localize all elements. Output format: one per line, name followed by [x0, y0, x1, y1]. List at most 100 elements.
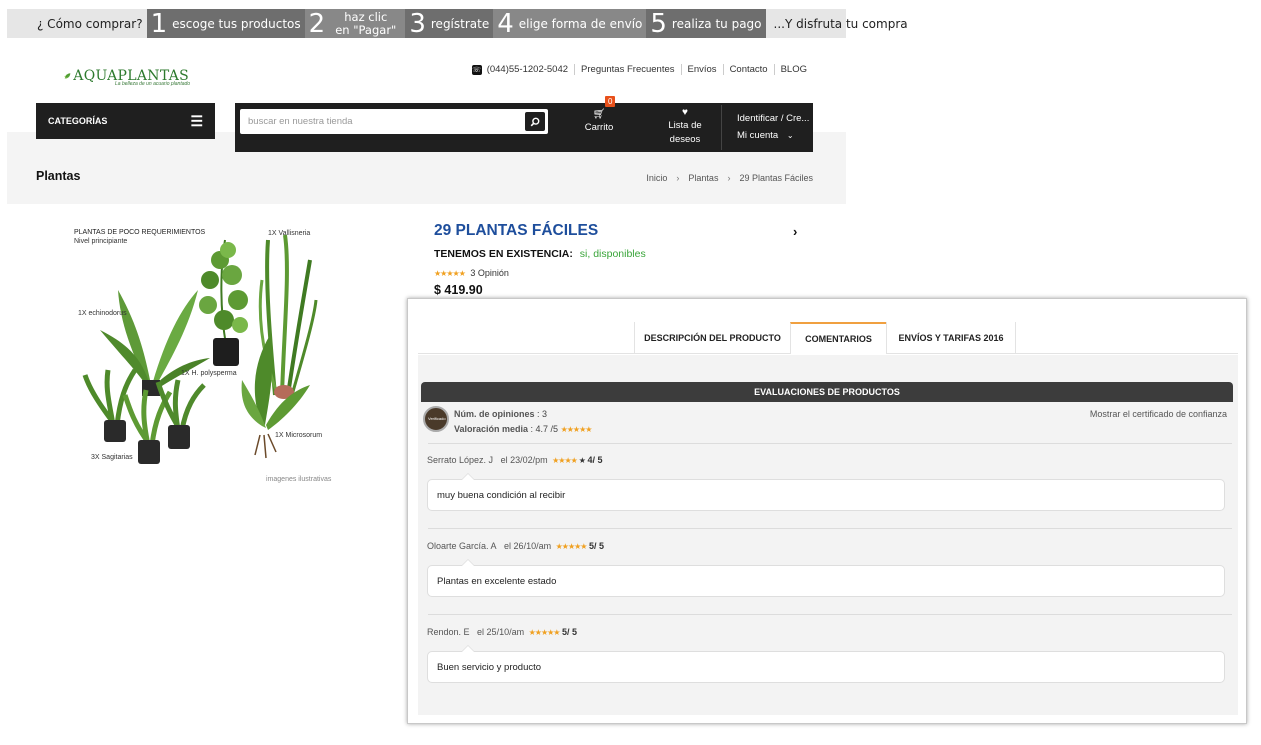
- label-sagitarias: 3X Sagitarias: [91, 454, 133, 461]
- review-score: 5/ 5: [561, 627, 577, 637]
- step-number: 4: [497, 8, 514, 39]
- tab-description[interactable]: DESCRIPCIÓN DEL PRODUCTO: [634, 322, 790, 353]
- top-links: ☏ (044)55-1202-5042 Preguntas Frecuentes…: [471, 64, 813, 75]
- how-to-buy-bar: ¿ Cómo comprar? 1 escoge tus productos 2…: [7, 8, 908, 39]
- search-button[interactable]: [525, 112, 545, 131]
- product-rating[interactable]: ★★★★★ 3 Opinión: [434, 268, 509, 278]
- link-faq[interactable]: Preguntas Frecuentes: [574, 64, 680, 75]
- review-author: Rendon. E: [427, 627, 470, 637]
- search-icon: [530, 117, 540, 126]
- link-contact[interactable]: Contacto: [722, 64, 774, 75]
- review-meta: Oloarte García. A el 26/10/am ★★★★★ 5/ 5: [427, 541, 1237, 555]
- search-input[interactable]: [240, 109, 520, 134]
- step-label: regístrate: [430, 16, 490, 31]
- label-polysperma: 1X H. polysperma: [181, 370, 237, 377]
- label-microsorum: 1X Microsorum: [275, 432, 323, 439]
- num-opinions-label: Núm. de opiniones: [454, 409, 535, 419]
- review-score: 4/ 5: [587, 455, 603, 465]
- echinodorus-plant: [100, 290, 210, 396]
- reviews-header: EVALUACIONES DE PRODUCTOS: [421, 382, 1233, 402]
- steps-intro: ¿ Cómo comprar?: [37, 16, 143, 31]
- cart-button[interactable]: 0 🛒︎ Carrito: [575, 96, 623, 133]
- label-vallisneria: 1X Vallisneria: [268, 230, 311, 237]
- breadcrumb-category[interactable]: Plantas: [688, 173, 718, 183]
- label-echinodorus: 1X echinodorus: [78, 310, 127, 317]
- trust-certificate-link[interactable]: Mostrar el certificado de confianza: [1090, 409, 1227, 419]
- page-title: Plantas: [36, 169, 81, 183]
- my-account-dropdown[interactable]: Mi cuenta ⌄: [737, 130, 794, 141]
- search-box: [240, 109, 548, 134]
- categories-button[interactable]: CATEGORÍAS ☰: [36, 103, 215, 139]
- wishlist-line2: deseos: [669, 134, 701, 145]
- product-title: 29 PLANTAS FÁCILES: [434, 222, 599, 239]
- wishlist-line1: Lista de: [668, 120, 702, 131]
- cart-label: Carrito: [584, 122, 614, 133]
- breadcrumb-separator-icon: ›: [727, 173, 731, 183]
- main-navbar: 0 🛒︎ Carrito ♥ Lista de deseos Identific…: [235, 96, 813, 152]
- logo-tagline: La belleza de un acuario plantado: [115, 81, 191, 87]
- heart-icon: ♥: [682, 107, 688, 118]
- reviews-summary: Verificado Núm. de opiniones : 3 Valorac…: [421, 403, 1233, 443]
- tab-shipping[interactable]: ENVÍOS Y TARIFAS 2016: [886, 322, 1016, 353]
- account-menu[interactable]: Identificar / Cre... Mi cuenta ⌄: [721, 105, 813, 150]
- step-label: realiza tu pago: [671, 16, 762, 31]
- tab-comments[interactable]: COMENTARIOS: [790, 322, 886, 354]
- my-account-label: Mi cuenta: [737, 130, 779, 141]
- num-opinions-value: : 3: [534, 409, 548, 419]
- plants-illustration: [82, 234, 318, 464]
- categories-label: CATEGORÍAS: [48, 116, 108, 126]
- breadcrumb-home[interactable]: Inicio: [646, 173, 667, 183]
- link-shipping[interactable]: Envíos: [680, 64, 723, 75]
- step-label-line2: en "Pagar": [335, 22, 397, 37]
- reviews-area: EVALUACIONES DE PRODUCTOS Verificado Núm…: [418, 355, 1238, 715]
- step-3: 3 regístrate: [405, 8, 494, 39]
- review-author: Oloarte García. A: [427, 541, 497, 551]
- step-2: 2 haz clic en "Pagar": [304, 9, 406, 38]
- hamburger-icon: ☰: [190, 112, 203, 129]
- average-value: : 4.7 /5: [528, 424, 561, 434]
- review-item: Oloarte García. A el 26/10/am ★★★★★ 5/ 5…: [427, 541, 1237, 597]
- step-number: 3: [409, 8, 426, 39]
- reviews-panel: DESCRIPCIÓN DEL PRODUCTO COMENTARIOS ENV…: [407, 298, 1247, 724]
- review-author: Serrato López. J: [427, 455, 494, 465]
- rating-stars-icon: ★★★★★: [434, 269, 466, 278]
- trust-seal-icon[interactable]: Verificado: [423, 406, 449, 432]
- review-meta: Serrato López. J el 23/02/pm ★★★★ ★ 4/ 5: [427, 455, 1237, 469]
- image-heading: PLANTAS DE POCO REQUERIMIENTOS: [74, 229, 206, 236]
- review-stars-icon: ★★★★: [552, 456, 578, 465]
- seal-text: Verificado: [428, 416, 446, 421]
- step-label: elige forma de envío: [518, 16, 643, 31]
- product-image[interactable]: PLANTAS DE POCO REQUERIMIENTOS Nivel pri…: [70, 220, 350, 490]
- step-number: 5: [650, 8, 667, 39]
- leaf-logo-icon: [64, 73, 71, 79]
- divider: [428, 528, 1232, 529]
- step-1: 1 escoge tus productos: [146, 9, 305, 38]
- review-meta: Rendon. E el 25/10/am ★★★★★ 5/ 5: [427, 627, 1237, 641]
- review-text: Plantas en excelente estado: [427, 559, 1225, 597]
- divider: [428, 443, 1232, 444]
- step-label: escoge tus productos: [172, 16, 301, 31]
- account-login-link[interactable]: Identificar / Cre...: [737, 113, 809, 124]
- breadcrumb-current: 29 Plantas Fáciles: [739, 173, 813, 183]
- cart-icon: 🛒︎: [592, 109, 606, 120]
- breadcrumb-separator-icon: ›: [676, 173, 680, 183]
- opinions-count: 3 Opinión: [470, 268, 509, 278]
- image-subheading: Nivel principiante: [74, 238, 128, 245]
- breadcrumb: Inicio › Plantas › 29 Plantas Fáciles: [646, 173, 813, 183]
- divider: [428, 614, 1232, 615]
- review-item: Serrato López. J el 23/02/pm ★★★★ ★ 4/ 5 …: [427, 455, 1237, 511]
- review-text: Buen servicio y producto: [427, 645, 1225, 683]
- phone-icon: ☏: [471, 64, 482, 75]
- stock-value: si, disponibles: [579, 248, 646, 260]
- average-stars-icon: ★★★★★: [560, 425, 593, 434]
- review-text: muy buena condición al recibir: [427, 473, 1225, 511]
- next-product-chevron-icon[interactable]: ›: [793, 224, 797, 239]
- link-blog[interactable]: BLOG: [773, 64, 813, 75]
- wishlist-button[interactable]: ♥ Lista de deseos: [660, 107, 710, 147]
- review-empty-star-icon: ★: [578, 456, 586, 465]
- site-logo[interactable]: AQUAPLANTAS La belleza de un acuario pla…: [64, 61, 191, 91]
- average-rating: Valoración media : 4.7 /5 ★★★★★: [454, 424, 593, 434]
- phone-number: (044)55-1202-5042: [486, 64, 569, 75]
- phone-contact[interactable]: ☏ (044)55-1202-5042: [471, 64, 574, 75]
- microsorum-plant: [241, 335, 310, 459]
